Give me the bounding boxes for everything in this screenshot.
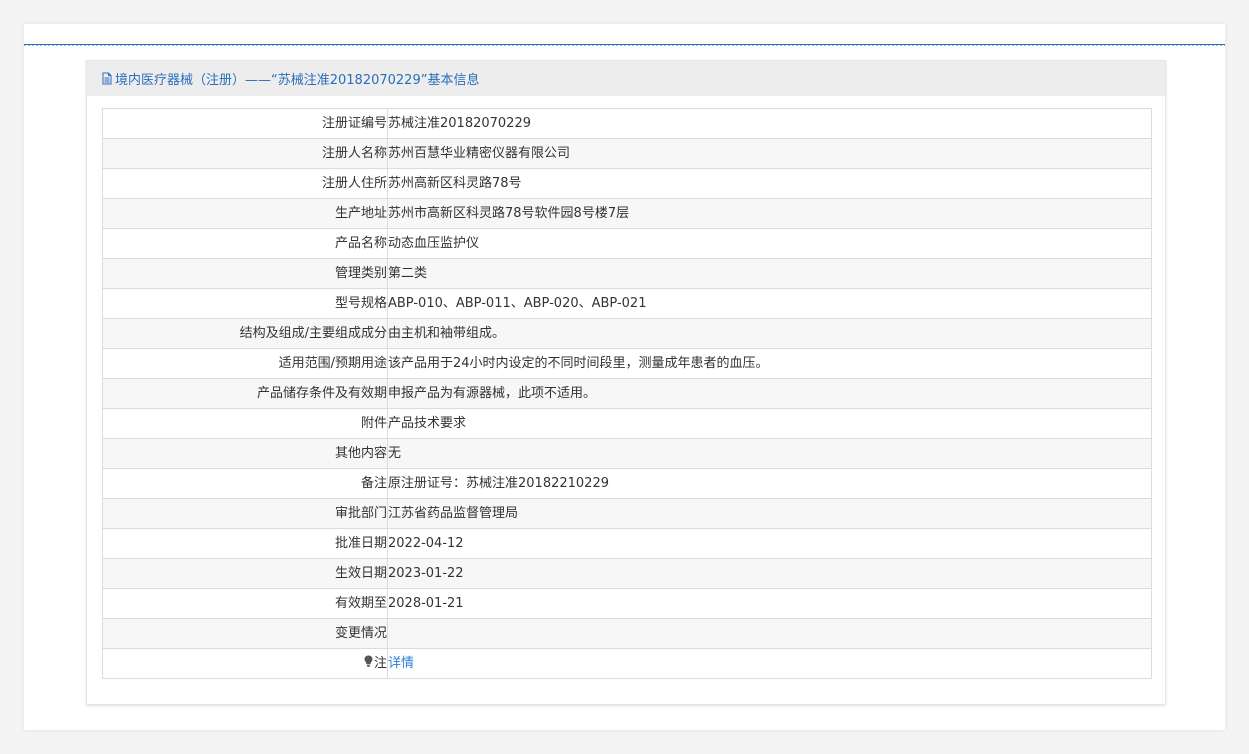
row-label: 生效日期	[102, 558, 388, 589]
card-header: 境内医疗器械（注册）——“苏械注准20182070229”基本信息	[87, 61, 1165, 96]
row-value	[387, 618, 1152, 649]
row-value: 原注册证号：苏械注准20182210229	[387, 468, 1152, 499]
table-row: 型号规格 ABP-010、ABP-011、ABP-020、ABP-021	[102, 288, 1152, 319]
row-value: 苏州高新区科灵路78号	[387, 168, 1152, 199]
row-value: 苏械注准20182070229	[387, 108, 1152, 139]
row-value: 由主机和袖带组成。	[387, 318, 1152, 349]
table-row: 结构及组成/主要组成成分 由主机和袖带组成。	[102, 318, 1152, 349]
row-label: 型号规格	[102, 288, 388, 319]
table-row: 审批部门 江苏省药品监督管理局	[102, 498, 1152, 529]
table-row: 注册证编号 苏械注准20182070229	[102, 108, 1152, 139]
lightbulb-icon	[364, 649, 373, 678]
row-value: 第二类	[387, 258, 1152, 289]
top-divider-dots	[24, 45, 1225, 46]
table-row: 注册人住所 苏州高新区科灵路78号	[102, 168, 1152, 199]
row-label: 适用范围/预期用途	[102, 348, 388, 379]
table-row: 生效日期 2023-01-22	[102, 558, 1152, 589]
row-value: 无	[387, 438, 1152, 469]
row-label: 注册人名称	[102, 138, 388, 169]
row-label: 生产地址	[102, 198, 388, 229]
table-row: 批准日期 2022-04-12	[102, 528, 1152, 559]
table-row: 管理类别 第二类	[102, 258, 1152, 289]
document-icon	[101, 72, 113, 85]
table-row: 变更情况	[102, 618, 1152, 649]
row-label: 附件	[102, 408, 388, 439]
note-row: 注 详情	[102, 648, 1152, 679]
row-label: 备注	[102, 468, 388, 499]
table-row: 适用范围/预期用途 该产品用于24小时内设定的不同时间段里，测量成年患者的血压。	[102, 348, 1152, 379]
table-row: 附件 产品技术要求	[102, 408, 1152, 439]
row-label: 结构及组成/主要组成成分	[102, 318, 388, 349]
row-label: 审批部门	[102, 498, 388, 529]
row-label: 注册证编号	[102, 108, 388, 139]
row-label: 其他内容	[102, 438, 388, 469]
table-row: 有效期至 2028-01-21	[102, 588, 1152, 619]
row-value: 产品技术要求	[387, 408, 1152, 439]
table-row: 备注 原注册证号：苏械注准20182210229	[102, 468, 1152, 499]
row-label: 有效期至	[102, 588, 388, 619]
row-label: 产品储存条件及有效期	[102, 378, 388, 409]
row-value: 2022-04-12	[387, 528, 1152, 559]
row-value: 苏州市高新区科灵路78号软件园8号楼7层	[387, 198, 1152, 229]
row-value: ABP-010、ABP-011、ABP-020、ABP-021	[387, 288, 1152, 319]
note-label: 注	[102, 648, 388, 679]
page-container: 境内医疗器械（注册）——“苏械注准20182070229”基本信息 注册证编号 …	[24, 24, 1225, 730]
table-row: 注册人名称 苏州百慧华业精密仪器有限公司	[102, 138, 1152, 169]
details-link[interactable]: 详情	[388, 656, 414, 671]
row-value: 该产品用于24小时内设定的不同时间段里，测量成年患者的血压。	[387, 348, 1152, 379]
row-value: 江苏省药品监督管理局	[387, 498, 1152, 529]
table-row: 生产地址 苏州市高新区科灵路78号软件园8号楼7层	[102, 198, 1152, 229]
row-label: 管理类别	[102, 258, 388, 289]
note-value: 详情	[387, 648, 1152, 679]
card-title: 境内医疗器械（注册）——“苏械注准20182070229”基本信息	[115, 73, 480, 88]
row-value: 2023-01-22	[387, 558, 1152, 589]
info-card: 境内医疗器械（注册）——“苏械注准20182070229”基本信息 注册证编号 …	[86, 60, 1166, 705]
info-table: 注册证编号 苏械注准20182070229 注册人名称 苏州百慧华业精密仪器有限…	[102, 108, 1152, 679]
table-row: 产品名称 动态血压监护仪	[102, 228, 1152, 259]
row-label: 产品名称	[102, 228, 388, 259]
table-row: 其他内容 无	[102, 438, 1152, 469]
row-label: 批准日期	[102, 528, 388, 559]
row-label: 变更情况	[102, 618, 388, 649]
row-value: 申报产品为有源器械，此项不适用。	[387, 378, 1152, 409]
row-value: 2028-01-21	[387, 588, 1152, 619]
row-label: 注册人住所	[102, 168, 388, 199]
table-row: 产品储存条件及有效期 申报产品为有源器械，此项不适用。	[102, 378, 1152, 409]
note-label-text: 注	[373, 656, 387, 671]
row-value: 动态血压监护仪	[387, 228, 1152, 259]
row-value: 苏州百慧华业精密仪器有限公司	[387, 138, 1152, 169]
